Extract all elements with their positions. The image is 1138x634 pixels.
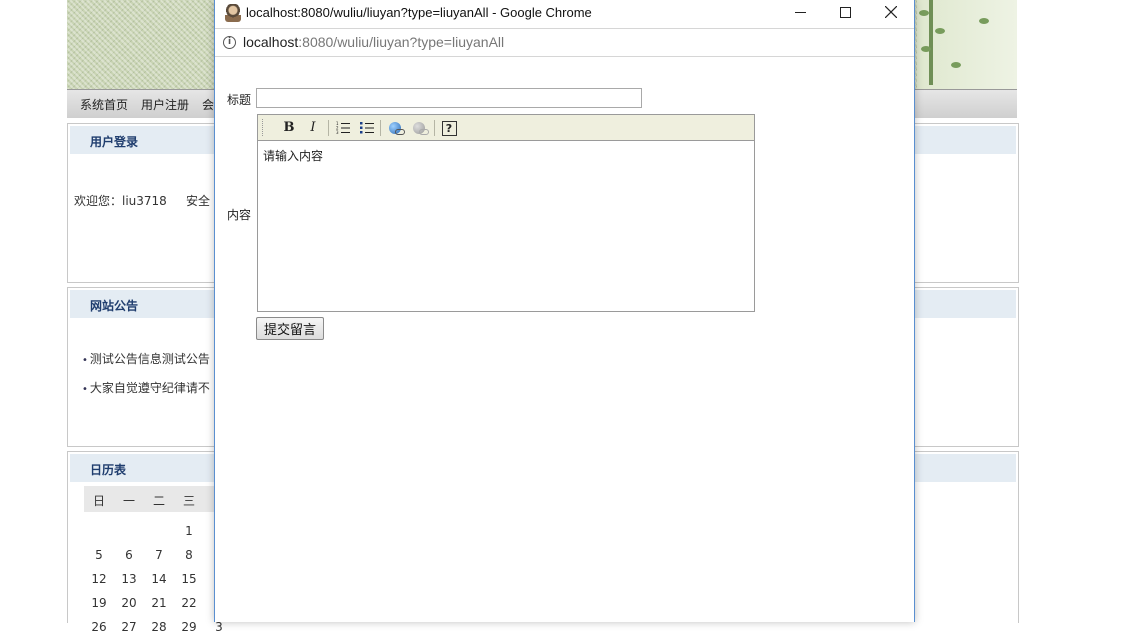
nav-item-register[interactable]: 用户注册 [141, 90, 189, 120]
calendar-day[interactable]: 22 [174, 596, 204, 610]
safe-exit-link[interactable]: 安全 [186, 192, 210, 209]
remove-link-button[interactable] [410, 119, 429, 137]
content-label: 内容 [227, 208, 252, 222]
minimize-icon [795, 12, 806, 13]
calendar-day[interactable]: 15 [174, 572, 204, 586]
calendar-day[interactable]: 29 [174, 620, 204, 634]
app-icon [225, 4, 241, 22]
calendar-day[interactable]: 12 [84, 572, 114, 586]
login-panel-title: 用户登录 [90, 135, 139, 149]
rich-text-editor: B I 1 2 3 ? 请输入内容 [257, 114, 755, 312]
bullet-icon: • [82, 384, 88, 395]
nav-item-member[interactable]: 会 [202, 90, 214, 120]
calendar-day[interactable]: 27 [114, 620, 144, 634]
italic-button[interactable]: I [304, 119, 322, 137]
help-icon: ? [441, 121, 457, 136]
toolbar-separator [328, 120, 329, 136]
calendar-panel-title: 日历表 [90, 463, 127, 477]
help-button[interactable]: ? [440, 119, 458, 137]
unordered-list-button[interactable] [358, 119, 376, 137]
calendar-weekday: 日 [92, 494, 105, 508]
calendar-day[interactable]: 6 [114, 548, 144, 562]
calendar-day[interactable]: 1 [174, 524, 204, 538]
toolbar-separator [434, 120, 435, 136]
svg-text:3: 3 [336, 130, 339, 134]
window-titlebar: localhost:8080/wuliu/liuyan?type=liuyanA… [215, 0, 914, 28]
calendar-day[interactable]: 3 [204, 620, 234, 634]
close-button[interactable] [868, 0, 914, 26]
calendar-day[interactable]: 20 [114, 596, 144, 610]
welcome-text: 欢迎您：liu3718 [74, 194, 167, 208]
nav-item-home[interactable]: 系统首页 [80, 90, 128, 120]
banner-vine-decoration [917, 0, 1017, 89]
ordered-list-icon: 1 2 3 [336, 121, 350, 134]
ordered-list-button[interactable]: 1 2 3 [334, 119, 352, 137]
maximize-button[interactable] [822, 0, 868, 26]
title-input[interactable] [256, 88, 642, 108]
calendar-day[interactable]: 8 [174, 548, 204, 562]
calendar-day[interactable]: 26 [84, 620, 114, 634]
calendar-weekday: 一 [122, 494, 135, 508]
calendar-weekday: 二 [152, 494, 165, 508]
bullet-icon: • [82, 355, 88, 366]
insert-link-button[interactable] [386, 119, 405, 137]
content-textarea[interactable]: 请输入内容 [258, 141, 758, 311]
calendar-day[interactable]: 14 [144, 572, 174, 586]
submit-message-button[interactable]: 提交留言 [256, 317, 325, 340]
calendar-day[interactable]: 21 [144, 596, 174, 610]
notice-panel-title: 网站公告 [90, 299, 139, 313]
notice-item[interactable]: • 大家自觉遵守纪律请不 [82, 379, 210, 396]
address-bar[interactable]: i localhost:8080/wuliu/liuyan?type=liuya… [215, 28, 914, 57]
calendar-day[interactable]: 28 [144, 620, 174, 634]
toolbar-separator [380, 120, 381, 136]
calendar-day[interactable]: 19 [84, 596, 114, 610]
link-globe-icon [389, 122, 405, 135]
chrome-popup-window: localhost:8080/wuliu/liuyan?type=liuyanA… [214, 0, 915, 622]
url-text[interactable]: localhost:8080/wuliu/liuyan?type=liuyanA… [243, 34, 504, 50]
unordered-list-icon [360, 122, 374, 134]
editor-toolbar: B I 1 2 3 ? [258, 115, 754, 141]
close-icon [885, 6, 897, 18]
info-icon[interactable]: i [223, 36, 236, 49]
title-label: 标题 [227, 93, 252, 107]
bold-button[interactable]: B [280, 119, 298, 137]
unlink-globe-icon [413, 122, 429, 135]
minimize-button[interactable] [777, 0, 823, 26]
toolbar-grip [262, 119, 266, 136]
window-title: localhost:8080/wuliu/liuyan?type=liuyanA… [246, 5, 592, 20]
calendar-day[interactable]: 7 [144, 548, 174, 562]
calendar-weekday: 三 [182, 494, 195, 508]
calendar-day[interactable]: 13 [114, 572, 144, 586]
calendar-day[interactable]: 5 [84, 548, 114, 562]
notice-item[interactable]: • 测试公告信息测试公告 [82, 350, 210, 367]
maximize-icon [840, 7, 851, 18]
